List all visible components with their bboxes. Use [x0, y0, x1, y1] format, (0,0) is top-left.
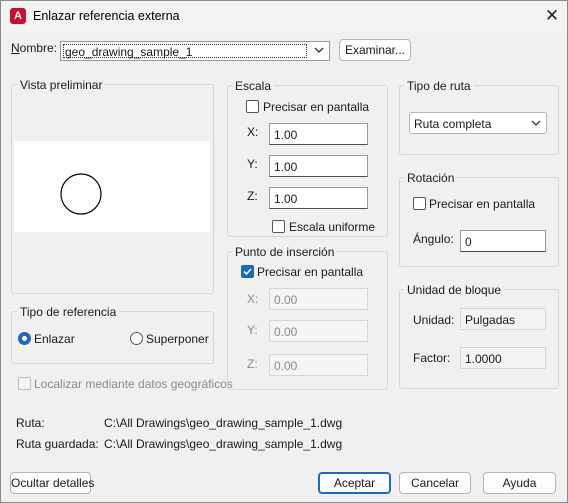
attach-radio[interactable]: [18, 332, 31, 345]
angle-label: Ángulo:: [413, 232, 454, 246]
path-label: Ruta:: [16, 416, 45, 430]
saved-path-label: Ruta guardada:: [16, 437, 99, 451]
dialog-title: Enlazar referencia externa: [33, 9, 180, 23]
insertion-x-label: X:: [247, 292, 259, 306]
path-type-title: Tipo de ruta: [404, 79, 474, 93]
insertion-y-input[interactable]: 0.00: [269, 320, 368, 342]
unit-label: Unidad:: [413, 313, 455, 327]
name-combo[interactable]: geo_drawing_sample_1: [60, 41, 330, 61]
uniform-scale-label[interactable]: Escala uniforme: [289, 220, 375, 234]
scale-y-input[interactable]: 1.00: [269, 155, 368, 177]
insertion-specify-checkbox[interactable]: [241, 265, 254, 278]
preview-title: Vista preliminar: [17, 78, 106, 92]
name-value: geo_drawing_sample_1: [65, 45, 193, 59]
angle-input[interactable]: 0: [460, 230, 546, 252]
rotation-group: [399, 177, 559, 267]
insertion-z-label: Z:: [247, 357, 258, 371]
unit-value: Pulgadas: [460, 308, 546, 330]
insertion-z-input[interactable]: 0.00: [269, 354, 368, 376]
close-icon[interactable]: ✕: [541, 5, 563, 27]
xref-dialog: A Enlazar referencia externa ✕ Nombre: g…: [0, 0, 568, 503]
scale-z-input[interactable]: 1.00: [269, 187, 368, 209]
check-icon: [243, 268, 252, 276]
geo-label: Localizar mediante datos geográficos: [34, 377, 233, 391]
scale-title: Escala: [232, 79, 275, 93]
insertion-y-label: Y:: [247, 323, 258, 337]
insertion-specify-label[interactable]: Precisar en pantalla: [257, 265, 363, 279]
uniform-scale-checkbox[interactable]: [272, 220, 285, 233]
autocad-app-icon: A: [10, 8, 26, 24]
name-label: Nombre:: [11, 41, 58, 55]
rotation-specify-label[interactable]: Precisar en pantalla: [429, 197, 535, 211]
preview-drawing: [60, 173, 102, 215]
accept-button[interactable]: Aceptar: [318, 472, 391, 494]
block-unit-group: [399, 289, 559, 389]
geo-checkbox[interactable]: [18, 377, 31, 390]
help-button[interactable]: Ayuda: [483, 472, 556, 494]
saved-path-value: C:\All Drawings\geo_drawing_sample_1.dwg: [104, 437, 343, 451]
preview-canvas: [14, 141, 210, 232]
scale-z-label: Z:: [247, 189, 258, 203]
preview-circle: [60, 173, 102, 215]
ref-type-title: Tipo de referencia: [17, 305, 120, 319]
rotation-title: Rotación: [404, 171, 458, 185]
insertion-title: Punto de inserción: [232, 245, 338, 259]
overlay-radio[interactable]: [130, 332, 143, 345]
title-bar: A Enlazar referencia externa ✕: [1, 1, 567, 32]
cancel-button[interactable]: Cancelar: [399, 472, 471, 494]
hide-details-button[interactable]: Ocultar detalles: [10, 472, 94, 494]
overlay-label[interactable]: Superponer: [146, 332, 209, 346]
attach-label[interactable]: Enlazar: [34, 332, 75, 346]
scale-specify-label[interactable]: Precisar en pantalla: [263, 100, 369, 114]
scale-x-label: X:: [247, 125, 259, 139]
factor-value: 1.0000: [460, 347, 546, 369]
block-unit-title: Unidad de bloque: [404, 283, 505, 297]
insertion-x-input[interactable]: 0.00: [269, 288, 368, 310]
scale-y-label: Y:: [247, 157, 258, 171]
browse-button[interactable]: Examinar...: [339, 39, 411, 61]
rotation-specify-checkbox[interactable]: [413, 197, 426, 210]
chevron-down-icon[interactable]: [314, 45, 324, 55]
chevron-down-icon[interactable]: [531, 118, 541, 128]
scale-x-input[interactable]: 1.00: [269, 123, 368, 145]
scale-specify-checkbox[interactable]: [246, 100, 259, 113]
factor-label: Factor:: [413, 351, 451, 365]
path-value: C:\All Drawings\geo_drawing_sample_1.dwg: [104, 416, 343, 430]
path-type-select[interactable]: Ruta completa: [409, 112, 547, 134]
